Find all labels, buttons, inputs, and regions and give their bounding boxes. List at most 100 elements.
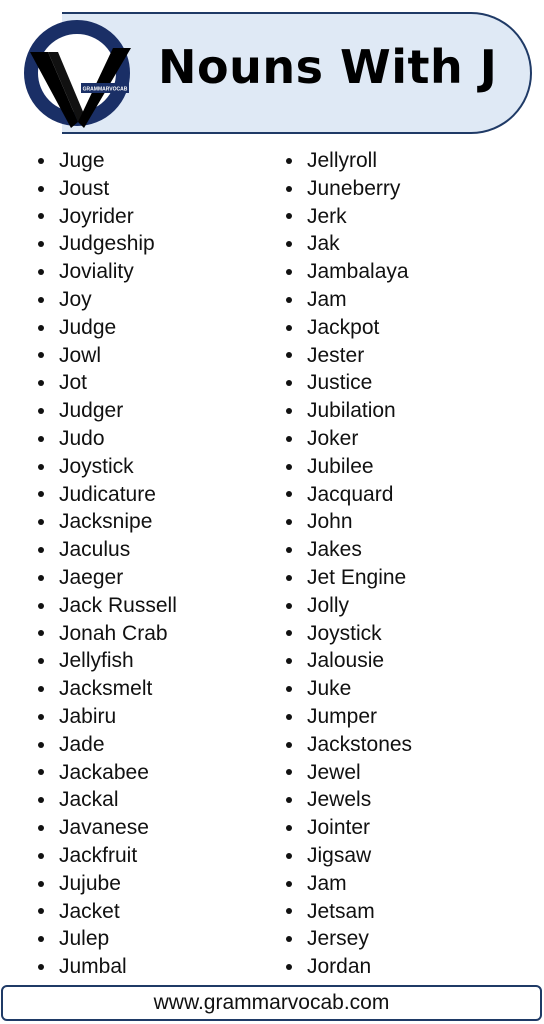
list-item: Jordan [284,953,412,981]
bullet-icon [286,769,292,776]
noun-text: Jordan [307,955,372,979]
list-item: Juke [284,675,412,703]
list-item: Jacksnipe [36,508,177,536]
noun-text: Jellyfish [59,649,134,673]
bullet-icon [38,491,44,498]
noun-text: Jacket [59,899,120,923]
bullet-icon [38,741,44,748]
noun-text: Jade [59,732,105,756]
bullet-icon [38,185,44,192]
bullet-icon [286,713,292,720]
bullet-icon [286,324,292,331]
website-footer[interactable]: www.grammarvocab.com [1,985,542,1021]
noun-text: Judge [59,315,117,339]
bullet-icon [38,157,44,164]
bullet-icon [286,741,292,748]
list-item: Jabiru [36,703,177,731]
list-item: Jowl [36,342,177,370]
list-item: Jewels [284,786,412,814]
list-item: Joystick [36,453,177,481]
list-item: Judgeship [36,230,177,258]
noun-text: Jewels [307,788,372,812]
bullet-icon [38,825,44,832]
noun-text: Jubilation [307,399,396,423]
bullet-icon [38,686,44,693]
bullet-icon [286,964,292,970]
website-link[interactable]: www.grammarvocab.com [154,991,390,1014]
list-item: Jester [284,342,412,370]
noun-text: Judgeship [59,232,155,256]
list-item: Judo [36,425,177,453]
bullet-icon [38,769,44,776]
logo-text: GRAMMARVOCAB [83,87,128,93]
noun-text: Jackabee [59,760,149,784]
noun-text: Jester [307,343,365,367]
bullet-icon [38,936,44,943]
noun-text: Judicature [59,482,156,506]
bullet-icon [286,213,292,220]
bullet-icon [286,408,292,415]
bullet-icon [38,352,44,359]
noun-text: Jackal [59,788,119,812]
list-item: Justice [284,369,412,397]
list-item: Javanese [36,814,177,842]
bullet-icon [286,241,292,248]
list-item: Jonah Crab [36,620,177,648]
noun-text: Jumbal [59,955,127,979]
list-item: Jet Engine [284,564,412,592]
list-item: Jack Russell [36,592,177,620]
bullet-icon [286,547,292,554]
noun-text: Joy [59,287,92,311]
bullet-icon [286,936,292,943]
bullet-icon [38,713,44,720]
bullet-icon [286,852,292,859]
noun-text: Joviality [59,260,134,284]
noun-text: Jacksmelt [59,677,153,701]
noun-text: Juge [59,149,105,172]
list-item: Juneberry [284,175,412,203]
noun-text: Jakes [307,538,362,562]
list-item: Juge [36,147,177,175]
bullet-icon [286,435,292,442]
bullet-icon [38,380,44,387]
noun-text: Jam [307,871,347,895]
noun-text: Jigsaw [307,843,372,867]
bullet-icon [38,519,44,526]
noun-text: Jersey [307,927,369,951]
bullet-icon [38,797,44,804]
list-item: Jellyfish [36,647,177,675]
noun-text: Joyrider [59,204,134,228]
noun-text: Jointer [307,816,371,840]
noun-text: Jetsam [307,899,375,923]
noun-text: Joust [59,176,110,200]
bullet-icon [286,296,292,303]
bullet-icon [286,157,292,164]
noun-list-left: Juge Joust Joyrider Judgeship Joviality Joy Ju… [36,147,177,981]
list-item: Joyrider [36,203,177,231]
list-item: Julep [36,925,177,953]
noun-text: John [307,510,353,534]
noun-text: Jam [307,287,347,311]
noun-text: Jaeger [59,565,124,589]
bullet-icon [38,964,44,970]
noun-text: Justice [307,371,373,395]
list-item: Jetsam [284,898,412,926]
noun-text: Joystick [59,454,134,478]
list-item: Jade [36,731,177,759]
noun-text: Jot [59,371,88,395]
bullet-icon [286,797,292,804]
list-item: Jambalaya [284,258,412,286]
noun-text: Jet Engine [307,565,407,589]
noun-text: Jaculus [59,538,131,562]
list-item: Jaculus [36,536,177,564]
list-item: Jot [36,369,177,397]
list-item: Jackabee [36,759,177,787]
noun-text: Javanese [59,816,149,840]
list-item: Jackstones [284,731,412,759]
noun-text: Jujube [59,871,121,895]
bullet-icon [38,547,44,554]
list-item: Jam [284,286,412,314]
list-item: Jersey [284,925,412,953]
page-title: Nouns With J [158,40,498,94]
noun-text: Juneberry [307,176,401,200]
